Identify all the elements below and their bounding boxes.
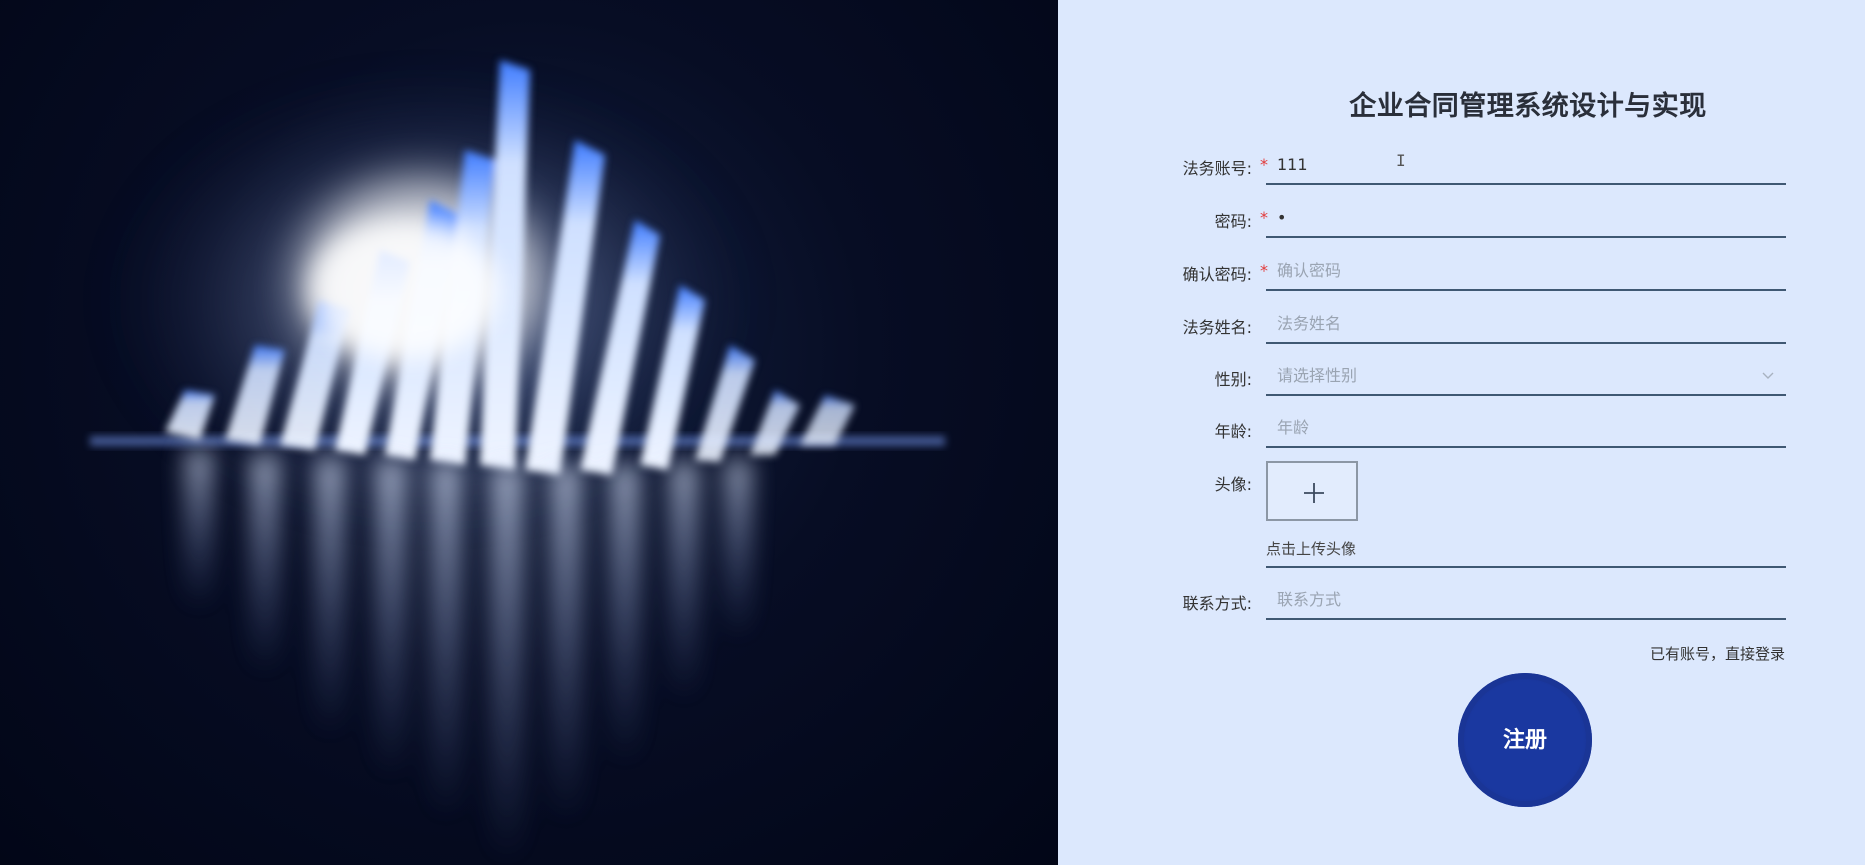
account-label: 法务账号: — [1182, 159, 1252, 178]
login-link[interactable]: 已有账号，直接登录 — [1650, 643, 1785, 664]
row-account: 法务账号: * I — [1058, 145, 1865, 185]
avatar-upload-hint: 点击上传头像 — [1266, 540, 1357, 558]
row-contact: 联系方式: — [1058, 580, 1865, 620]
contact-input[interactable] — [1266, 580, 1786, 620]
form-title: 企业合同管理系统设计与实现 — [1349, 91, 1707, 122]
avatar-upload-hint-row: 点击上传头像 — [1266, 531, 1786, 568]
name-label: 法务姓名: — [1182, 318, 1252, 337]
avatar-label: 头像: — [1214, 475, 1252, 494]
i-beam-cursor-icon: I — [1396, 151, 1406, 170]
gender-select[interactable]: 请选择性别 — [1266, 356, 1786, 396]
row-avatar: 头像: — [1058, 461, 1865, 501]
plus-icon — [1304, 483, 1324, 503]
row-password: 密码: * — [1058, 198, 1865, 238]
register-page: 企业合同管理系统设计与实现 法务账号: * I 密码: * 确认密码: * 法务… — [0, 0, 1865, 865]
contact-label: 联系方式: — [1182, 594, 1252, 613]
row-name: 法务姓名: — [1058, 304, 1865, 344]
password-label: 密码: — [1214, 212, 1252, 231]
gender-label: 性别: — [1214, 370, 1252, 389]
password-input[interactable] — [1266, 198, 1786, 238]
hero-illustration — [0, 0, 1058, 865]
age-input[interactable] — [1266, 408, 1786, 448]
chevron-down-icon — [1762, 356, 1774, 396]
account-input[interactable] — [1266, 145, 1786, 185]
glowing-bars-artwork — [90, 60, 945, 865]
register-button[interactable]: 注册 — [1458, 673, 1592, 807]
row-confirm-password: 确认密码: * — [1058, 251, 1865, 291]
avatar-upload-button[interactable] — [1266, 461, 1358, 521]
confirm-password-label: 确认密码: — [1182, 265, 1252, 284]
confirm-password-input[interactable] — [1266, 251, 1786, 291]
row-age: 年龄: — [1058, 408, 1865, 448]
name-input[interactable] — [1266, 304, 1786, 344]
age-label: 年龄: — [1214, 422, 1252, 441]
row-gender: 性别: 请选择性别 — [1058, 356, 1865, 396]
gender-select-placeholder: 请选择性别 — [1277, 366, 1358, 385]
